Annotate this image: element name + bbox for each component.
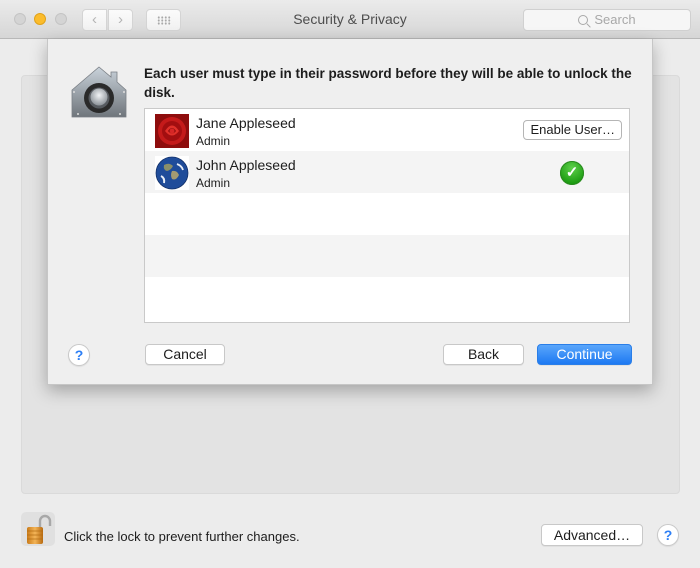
- cancel-button[interactable]: Cancel: [145, 344, 225, 365]
- user-row-john[interactable]: John Appleseed Admin ✓: [145, 151, 629, 193]
- empty-row: [145, 235, 629, 277]
- lock-status-text: Click the lock to prevent further change…: [64, 529, 300, 544]
- earth-avatar-icon: [155, 156, 189, 190]
- search-icon: [578, 15, 589, 25]
- search-placeholder: Search: [594, 12, 636, 27]
- back-button[interactable]: Back: [443, 344, 524, 365]
- title-bar: ‹ › Security & Privacy Search: [0, 0, 700, 39]
- user-name: Jane Appleseed: [196, 115, 296, 131]
- sheet-help-button[interactable]: ?: [68, 344, 90, 366]
- rose-avatar-icon: [155, 114, 189, 148]
- continue-button[interactable]: Continue: [537, 344, 632, 365]
- unlocked-padlock-icon: [27, 514, 52, 544]
- empty-row: [145, 193, 629, 235]
- user-name: John Appleseed: [196, 157, 296, 173]
- enabled-checkmark-icon: ✓: [560, 161, 584, 185]
- user-role: Admin: [196, 176, 231, 190]
- lock-button[interactable]: [21, 512, 55, 546]
- user-row-jane[interactable]: Jane Appleseed Admin Enable User…: [145, 109, 629, 151]
- filevault-house-icon: [71, 66, 127, 118]
- filevault-users-sheet: Each user must type in their password be…: [47, 39, 653, 385]
- search-field[interactable]: Search: [523, 9, 691, 31]
- enable-user-button[interactable]: Enable User…: [523, 120, 622, 140]
- user-role: Admin: [196, 134, 231, 148]
- advanced-button[interactable]: Advanced…: [541, 524, 643, 546]
- empty-row: [145, 277, 629, 319]
- user-list: Jane Appleseed Admin Enable User… John A…: [144, 108, 630, 323]
- sheet-message: Each user must type in their password be…: [144, 66, 632, 100]
- footer-help-button[interactable]: ?: [657, 524, 679, 546]
